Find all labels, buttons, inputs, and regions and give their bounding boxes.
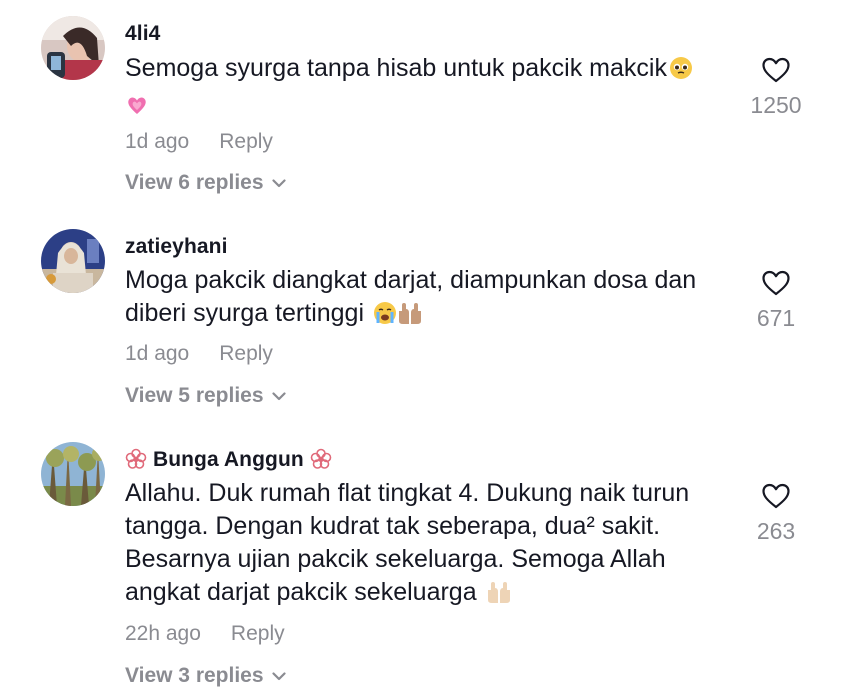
heart-outline-icon (762, 483, 790, 509)
flower-icon (310, 448, 332, 469)
avatar[interactable] (41, 442, 105, 506)
comment-time: 22h ago (125, 622, 201, 645)
reply-button[interactable]: Reply (231, 622, 285, 645)
username-label: Bunga Anggun (152, 448, 304, 471)
like-count: 263 (756, 518, 796, 544)
palms-up-icon (486, 580, 512, 613)
view-replies-button[interactable]: View 3 replies (125, 664, 286, 688)
comment-text-content: Allahu. Duk rumah flat tingkat 4. Dukung… (125, 479, 690, 606)
view-replies-label: View 3 replies (125, 664, 264, 687)
like-button[interactable]: 263 (741, 482, 811, 545)
comment-username[interactable]: Bunga Anggun (125, 448, 332, 472)
comment-meta: 22h ago Reply (125, 622, 285, 646)
comment-text: Allahu. Duk rumah flat tingkat 4. Dukung… (125, 477, 735, 613)
comment-item: Bunga Anggun Allahu. Duk rumah flat ting… (0, 0, 844, 700)
chevron-down-icon (271, 672, 286, 681)
flower-icon (125, 448, 147, 469)
